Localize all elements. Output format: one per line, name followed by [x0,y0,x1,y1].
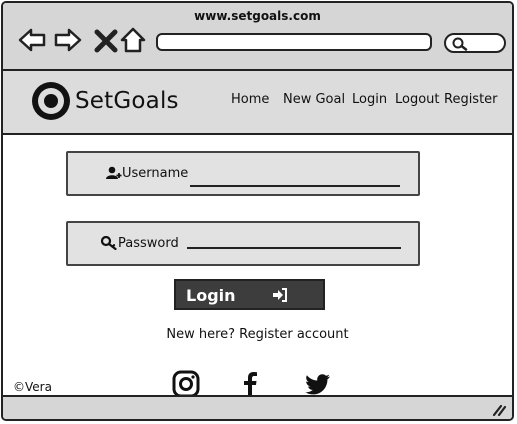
nav-new-goal[interactable]: New Goal [283,92,345,107]
forward-arrow-icon[interactable] [53,25,83,55]
close-x-icon[interactable] [91,25,121,55]
nav-login[interactable]: Login [352,92,387,107]
login-button-label: Login [186,286,236,305]
password-field[interactable]: Password [66,221,420,266]
add-user-icon [106,166,122,179]
browser-search-button[interactable] [444,33,506,53]
key-icon [101,236,117,250]
nav-home[interactable]: Home [231,92,269,107]
browser-toolbar: www.setgoals.com [3,3,512,71]
password-label: Password [118,236,179,251]
status-bar [3,395,512,419]
login-button[interactable]: Login [174,279,325,310]
copyright: ©Vera [13,380,52,394]
instagram-icon[interactable] [172,370,200,398]
target-logo-icon[interactable] [31,81,71,121]
home-icon[interactable] [119,25,149,55]
twitter-icon[interactable] [304,370,332,398]
url-title: www.setgoals.com [194,9,321,23]
nav-logout[interactable]: Logout [395,92,440,107]
username-input-line[interactable] [190,185,400,187]
register-link[interactable]: New here? Register account [3,327,512,342]
password-input-line[interactable] [187,247,401,249]
brand-name[interactable]: SetGoals [75,88,179,114]
username-label: Username [122,166,189,181]
nav-register[interactable]: Register [444,92,498,107]
resize-grip-icon[interactable] [492,404,506,416]
back-arrow-icon[interactable] [17,25,47,55]
site-header: SetGoals Home New Goal Login Logout Regi… [3,71,512,135]
sign-in-icon [273,288,287,302]
username-field[interactable]: Username [66,151,420,196]
search-icon [452,37,468,51]
address-bar[interactable] [156,33,432,51]
browser-window: www.setgoals.com SetGoals Home New Goal … [1,1,514,421]
facebook-icon[interactable] [236,370,264,398]
